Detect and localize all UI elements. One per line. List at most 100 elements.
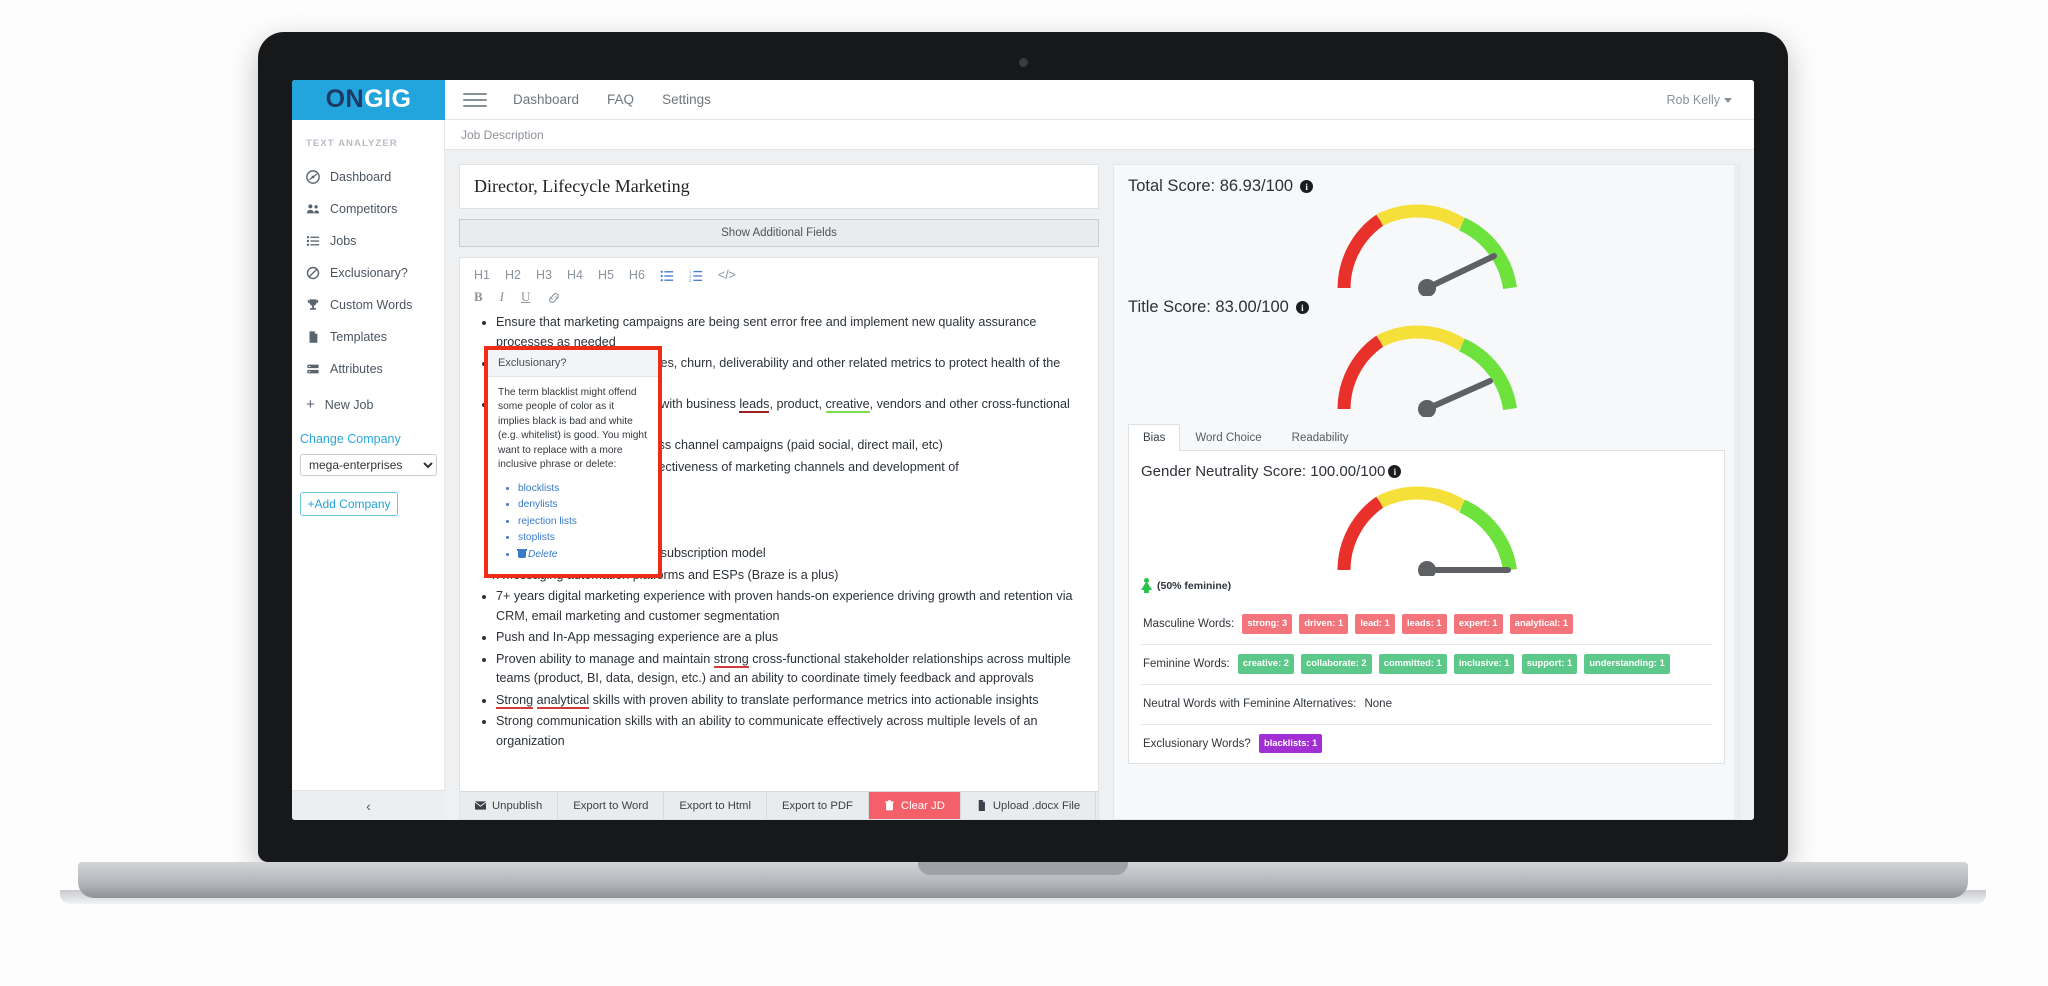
heading-1-button[interactable]: H1 <box>474 268 490 282</box>
heading-2-button[interactable]: H2 <box>505 268 521 282</box>
info-icon[interactable]: i <box>1388 465 1402 478</box>
export-to-word-button[interactable]: Export to Word <box>558 792 665 819</box>
italic-button[interactable]: I <box>500 289 504 305</box>
word-chip[interactable]: expert: 1 <box>1453 614 1503 634</box>
numbered-list-icon[interactable]: 123 <box>689 267 703 283</box>
total-score-label: Total Score: 86.93/100 <box>1128 177 1294 195</box>
neutral-words-value: None <box>1364 697 1392 710</box>
suggestion-stoplists[interactable]: stoplists <box>518 531 648 545</box>
webcam-icon <box>1019 58 1028 67</box>
info-icon[interactable]: i <box>1295 301 1309 314</box>
sidebar-item-exclusionary[interactable]: Exclusionary? <box>292 257 444 289</box>
company-select[interactable]: mega-enterprises <box>300 454 437 476</box>
action-label: Upload .docx File <box>992 799 1081 812</box>
clear-jd-button[interactable]: Clear JD <box>868 792 961 819</box>
jd-bullet: Strong communication skills with an abil… <box>496 712 1082 751</box>
add-company-button[interactable]: +Add Company <box>300 492 398 516</box>
word-chip[interactable]: leads: 1 <box>1401 614 1447 634</box>
suggestion-rejection-lists[interactable]: rejection lists <box>518 515 648 529</box>
bulleted-list-icon[interactable] <box>660 267 674 283</box>
neutral-words-row: Neutral Words with Feminine Alternatives… <box>1141 683 1712 724</box>
nav-settings[interactable]: Settings <box>662 92 711 107</box>
delete-suggestion[interactable]: Delete <box>517 548 648 562</box>
user-menu[interactable]: Rob Kelly <box>1666 92 1732 107</box>
sidebar-item-attributes[interactable]: Attributes <box>292 353 444 385</box>
word-chip[interactable]: strong: 3 <box>1242 614 1293 634</box>
heading-3-button[interactable]: H3 <box>536 268 552 282</box>
nav-dashboard[interactable]: Dashboard <box>513 92 579 107</box>
sidebar-collapse-button[interactable]: ‹ <box>292 790 445 820</box>
heading-5-button[interactable]: H5 <box>598 268 614 282</box>
sidebar-item-dashboard[interactable]: Dashboard <box>292 161 444 193</box>
action-label: Export to Word <box>573 799 649 812</box>
title-score-row: Title Score: 83.00/100 i <box>1128 298 1725 317</box>
bold-button[interactable]: B <box>474 289 483 305</box>
export-to-pdf-button[interactable]: Export to PDF <box>767 792 869 819</box>
flagged-word-creative[interactable]: creative <box>825 397 870 414</box>
tab-readability[interactable]: Readability <box>1277 424 1364 451</box>
tab-word-choice[interactable]: Word Choice <box>1180 424 1276 451</box>
breadcrumb: Job Description <box>445 120 1754 150</box>
flagged-word-strong[interactable]: strong <box>713 651 749 668</box>
new-job-button[interactable]: + New Job <box>292 385 444 422</box>
suggestion-denylists[interactable]: denylists <box>518 498 648 512</box>
ban-icon <box>306 266 320 280</box>
tab-bias[interactable]: Bias <box>1128 424 1181 451</box>
underline-button[interactable]: U <box>521 289 530 305</box>
delete-label: Delete <box>528 548 558 560</box>
word-chip[interactable]: support: 1 <box>1521 653 1578 674</box>
suggestion-blocklists[interactable]: blocklists <box>518 482 648 496</box>
action-label: Clear JD <box>900 799 945 812</box>
show-additional-fields-button[interactable]: Show Additional Fields <box>459 219 1099 247</box>
code-view-icon[interactable]: </> <box>718 268 736 282</box>
user-name: Rob Kelly <box>1666 92 1721 107</box>
gender-neutrality-gauge <box>1141 484 1712 576</box>
word-chip[interactable]: creative: 2 <box>1237 653 1294 674</box>
flagged-word-strong-2[interactable]: Strong <box>496 692 534 709</box>
jd-bullet: Push and In-App messaging experience are… <box>496 628 1082 648</box>
gender-neutrality-row: Gender Neutrality Score: 100.00/100 i <box>1141 463 1712 480</box>
word-chip[interactable]: blacklists: 1 <box>1259 733 1323 754</box>
heading-6-button[interactable]: H6 <box>629 268 645 282</box>
change-company-link[interactable]: Change Company <box>292 422 444 452</box>
word-chip[interactable]: collaborate: 2 <box>1301 653 1372 674</box>
editor-action-bar: Unpublish Export to Word Export to Html … <box>460 791 1098 819</box>
sidebar-item-templates[interactable]: Templates <box>292 321 444 353</box>
users-icon <box>306 202 320 216</box>
file-icon <box>306 330 320 344</box>
export-to-html-button[interactable]: Export to Html <box>664 792 767 819</box>
masculine-words-row: Masculine Words: strong: 3 driven: 1 lea… <box>1141 605 1712 644</box>
sidebar-item-jobs[interactable]: Jobs <box>292 225 444 257</box>
flagged-word-leads[interactable]: leads <box>739 397 770 414</box>
flagged-word-analytical[interactable]: analytical <box>536 692 590 709</box>
logo[interactable]: ONGIG <box>292 80 445 120</box>
word-chip[interactable]: analytical: 1 <box>1509 614 1574 634</box>
menu-toggle-icon[interactable] <box>463 92 487 107</box>
panel-scrollbar[interactable] <box>1734 165 1739 819</box>
top-bar: ONGIG Dashboard FAQ Settings Rob Kelly <box>292 80 1754 120</box>
dashboard-icon <box>306 170 320 184</box>
unpublish-button[interactable]: Unpublish <box>460 792 559 819</box>
exclusionary-words-row: Exclusionary Words? blacklists: 1 <box>1141 723 1712 764</box>
sidebar-item-custom-words[interactable]: Custom Words <box>292 289 444 321</box>
heading-4-button[interactable]: H4 <box>567 268 583 282</box>
word-chip[interactable]: driven: 1 <box>1299 614 1349 634</box>
word-chip[interactable]: committed: 1 <box>1378 653 1447 674</box>
laptop-frame: ONGIG Dashboard FAQ Settings Rob Kelly T… <box>258 32 1788 862</box>
app-screen: ONGIG Dashboard FAQ Settings Rob Kelly T… <box>292 80 1754 820</box>
sidebar-item-label: Attributes <box>330 362 383 376</box>
plus-icon: + <box>306 396 315 413</box>
sidebar-section-title: TEXT ANALYZER <box>306 138 398 149</box>
nav-faq[interactable]: FAQ <box>607 92 634 107</box>
word-chip[interactable]: lead: 1 <box>1355 614 1395 634</box>
job-title-field[interactable]: Director, Lifecycle Marketing <box>459 164 1099 209</box>
info-icon[interactable]: i <box>1300 180 1314 193</box>
link-icon[interactable] <box>547 289 561 305</box>
sidebar-item-competitors[interactable]: Competitors <box>292 193 444 225</box>
exclusionary-popup-title: Exclusionary? <box>488 350 658 377</box>
word-chip[interactable]: inclusive: 1 <box>1453 653 1515 674</box>
upload-docx-button[interactable]: Upload .docx File <box>961 792 1097 819</box>
word-chip[interactable]: understanding: 1 <box>1584 653 1670 674</box>
feminine-words-row: Feminine Words: creative: 2 collaborate:… <box>1141 643 1712 684</box>
file-upload-icon <box>978 800 985 811</box>
